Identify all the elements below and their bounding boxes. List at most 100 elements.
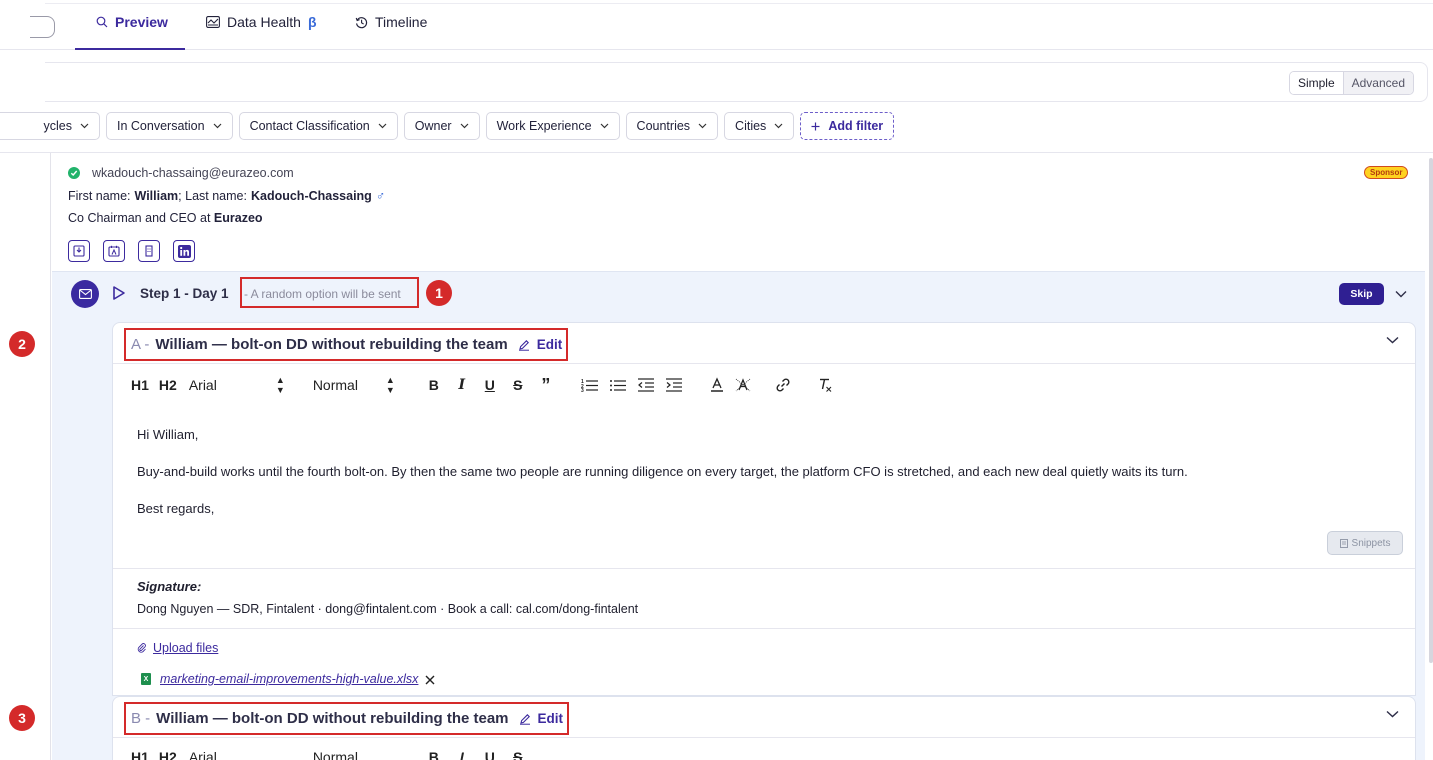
underline-icon[interactable]: U — [481, 377, 499, 393]
variant-letter: A - — [131, 336, 150, 353]
verified-check-icon — [68, 167, 80, 179]
first-name-label: First name: — [68, 189, 131, 203]
tab-data-health[interactable]: Data Health β — [206, 14, 316, 50]
linkedin-icon[interactable] — [173, 240, 195, 262]
email-body[interactable]: Buy-and-build works until the fourth bol… — [137, 464, 1188, 479]
annotation-badge-1: 1 — [426, 280, 452, 306]
heading-2-button[interactable]: H2 — [159, 749, 177, 760]
indent-icon[interactable] — [665, 378, 683, 392]
chevron-down-icon[interactable] — [1386, 336, 1399, 344]
edit-subject-button[interactable]: Edit — [519, 711, 564, 726]
heading-1-button[interactable]: H1 — [131, 749, 149, 760]
font-family-value: Arial — [188, 749, 217, 760]
upload-files-link[interactable]: Upload files — [137, 641, 218, 655]
data-health-icon — [206, 16, 220, 28]
company-building-icon[interactable] — [138, 240, 160, 262]
heading-1-button[interactable]: H1 — [131, 377, 149, 393]
chevron-down-icon — [774, 123, 783, 129]
attachment-filename[interactable]: marketing-email-improvements-high-value.… — [160, 672, 418, 686]
highlight-color-icon[interactable] — [735, 377, 751, 393]
excel-file-icon: X — [141, 673, 151, 685]
chevron-down-icon — [600, 123, 608, 129]
outdent-icon[interactable] — [637, 378, 655, 392]
skip-button[interactable]: Skip — [1339, 283, 1384, 305]
filter-lifecycles[interactable]: ycles — [0, 112, 100, 140]
play-icon[interactable] — [112, 285, 126, 301]
scrollbar[interactable] — [1429, 158, 1433, 663]
male-icon: ♂ — [375, 189, 386, 203]
email-greeting[interactable]: Hi William, — [137, 427, 198, 442]
text-color-icon[interactable] — [709, 377, 725, 393]
filter-work-experience[interactable]: Work Experience — [485, 112, 620, 140]
filter-label: Countries — [636, 119, 691, 133]
bold-icon[interactable]: B — [425, 377, 443, 393]
filter-cities[interactable]: Cities — [724, 112, 795, 140]
strikethrough-icon[interactable]: S — [509, 377, 527, 393]
bullet-list-icon[interactable] — [609, 378, 627, 392]
font-size-select[interactable]: Normal — [313, 749, 395, 760]
view-mode-toggle[interactable]: Simple Advanced — [1288, 71, 1414, 95]
tab-preview[interactable]: Preview — [75, 14, 185, 50]
email-closing[interactable]: Best regards, — [137, 501, 214, 516]
chevron-down-icon[interactable] — [1386, 710, 1399, 718]
blockquote-icon[interactable]: ” — [537, 375, 555, 396]
filter-owner[interactable]: Owner — [403, 112, 480, 140]
filter-label: Contact Classification — [249, 119, 370, 133]
advanced-mode-button[interactable]: Advanced — [1343, 72, 1413, 94]
top-divider — [45, 3, 1433, 4]
close-icon[interactable] — [425, 675, 435, 685]
variant-a-card: A - William — bolt-on DD without rebuild… — [112, 322, 1416, 696]
search-icon — [96, 16, 108, 28]
plus-icon — [811, 122, 820, 130]
tab-timeline-label: Timeline — [375, 14, 428, 30]
ordered-list-icon[interactable]: 123 — [581, 378, 599, 392]
collapsed-control[interactable] — [30, 16, 55, 38]
edit-label: Edit — [537, 711, 564, 726]
font-family-value: Arial — [188, 377, 217, 393]
filter-label: Work Experience — [496, 119, 592, 133]
heading-2-button[interactable]: H2 — [159, 377, 177, 393]
left-rule — [50, 153, 51, 760]
font-size-select[interactable]: Normal ▲ ▼ — [313, 375, 395, 395]
contact-name-row: First name: William; Last name: Kadouch-… — [68, 189, 385, 203]
signature-text: Dong Nguyen — SDR, Fintalent · dong@fint… — [137, 602, 639, 616]
tab-timeline[interactable]: Timeline — [355, 14, 427, 50]
add-filter-button[interactable]: Add filter — [800, 112, 895, 140]
annotation-badge-3: 3 — [9, 705, 35, 731]
contact-email: wkadouch-chassaing@eurazeo.com — [92, 166, 294, 180]
clear-formatting-icon[interactable] — [817, 377, 833, 393]
italic-icon[interactable]: I — [453, 749, 471, 760]
filter-in-conversation[interactable]: In Conversation — [106, 112, 233, 140]
rich-text-toolbar: H1 H2 Arial ▲ ▼ Normal ▲ ▼ B I U S ” 123 — [113, 364, 1415, 406]
chevron-down-icon — [213, 123, 221, 129]
filter-bar: ycles In Conversation Contact Classifica… — [0, 112, 895, 140]
snippets-button[interactable]: Snippets — [1327, 531, 1403, 555]
filter-contact-classification[interactable]: Contact Classification — [238, 112, 398, 140]
signature-section: Signature: Dong Nguyen — SDR, Fintalent … — [113, 568, 1415, 629]
italic-icon[interactable]: I — [453, 377, 471, 393]
chevron-down-icon[interactable] — [1395, 290, 1407, 298]
link-icon[interactable] — [775, 377, 791, 393]
job-title: Co Chairman and CEO at — [68, 211, 211, 225]
sponsor-tag: Sponsor — [1364, 166, 1409, 179]
beta-badge: β — [307, 14, 317, 30]
filter-label: Cities — [735, 119, 767, 133]
pencil-icon — [519, 713, 530, 725]
font-size-value: Normal — [312, 749, 358, 760]
simple-mode-button[interactable]: Simple — [1289, 72, 1344, 94]
contact-email-row: wkadouch-chassaing@eurazeo.com — [68, 166, 294, 180]
save-contact-icon[interactable] — [68, 240, 90, 262]
font-family-select[interactable]: Arial — [189, 749, 285, 760]
underline-icon[interactable]: U — [481, 749, 499, 760]
font-family-select[interactable]: Arial ▲ ▼ — [189, 375, 285, 395]
filter-label: ycles — [43, 119, 72, 133]
contact-card-icon[interactable] — [103, 240, 125, 262]
bold-icon[interactable]: B — [425, 749, 443, 760]
edit-label: Edit — [536, 337, 563, 352]
edit-subject-button[interactable]: Edit — [518, 337, 563, 352]
filter-countries[interactable]: Countries — [625, 112, 719, 140]
variant-b-subject-box: B - William — bolt-on DD without rebuild… — [124, 702, 570, 735]
email-step-icon — [71, 280, 99, 308]
filter-label: Owner — [414, 119, 452, 133]
strikethrough-icon[interactable]: S — [509, 749, 527, 760]
